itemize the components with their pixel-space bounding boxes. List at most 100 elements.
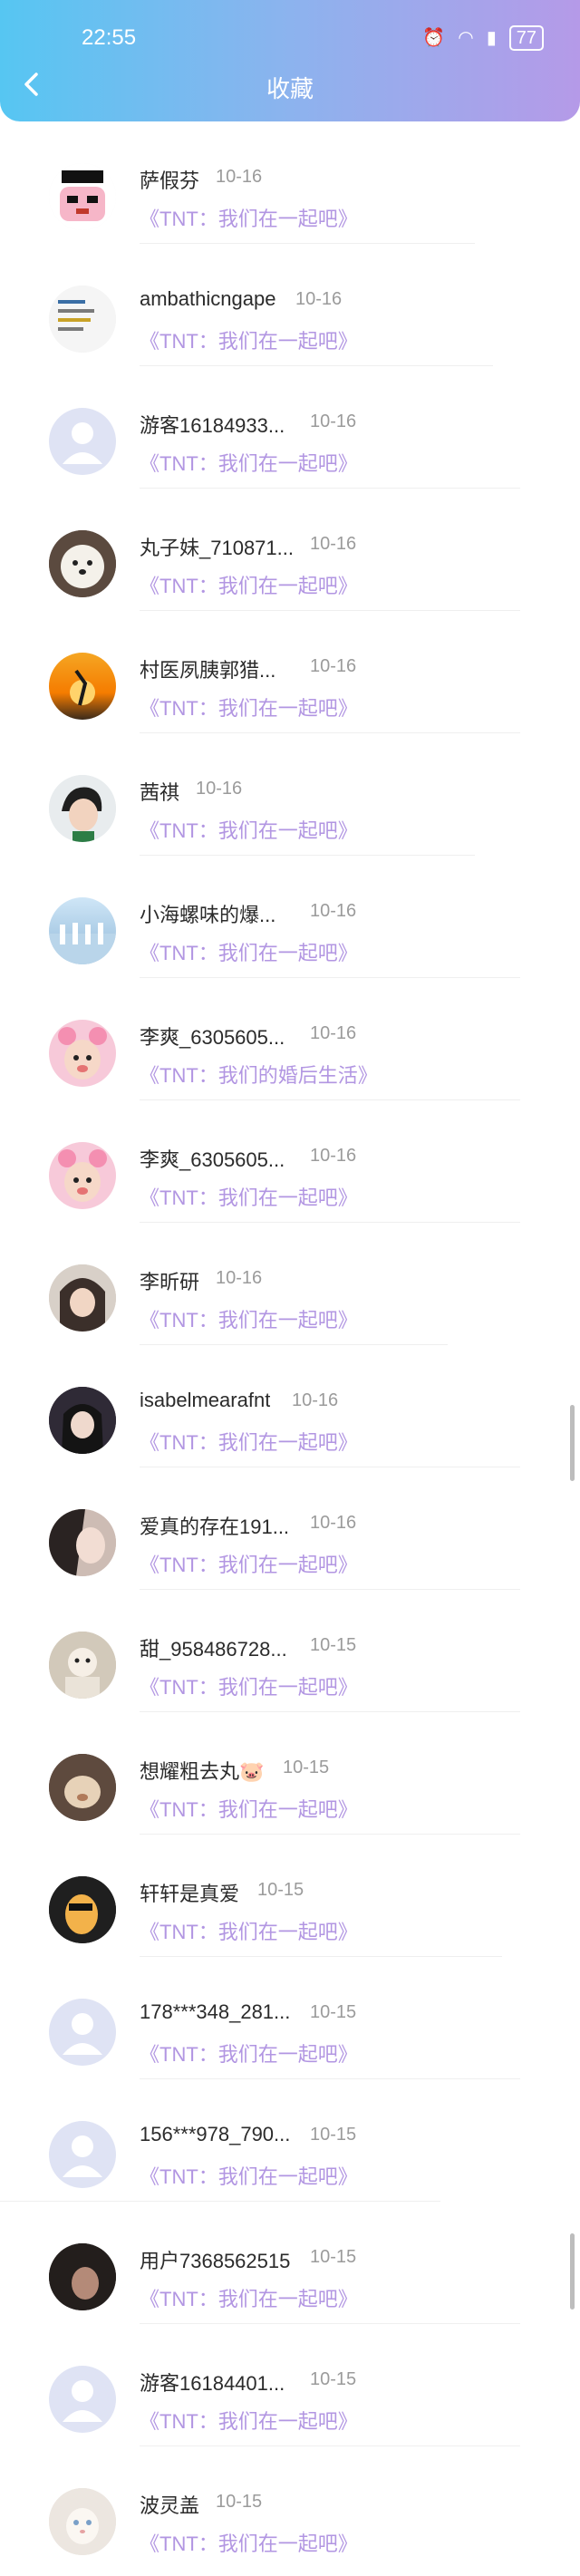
- item-name: 萨假芬: [140, 169, 200, 192]
- item-date: 10-16: [216, 167, 263, 187]
- avatar[interactable]: [49, 530, 116, 597]
- item-name: 轩轩是真爱: [140, 1883, 240, 1905]
- avatar[interactable]: [49, 1020, 116, 1087]
- avatar[interactable]: [49, 2488, 116, 2555]
- avatar[interactable]: [49, 1387, 116, 1454]
- favorites-list: 萨假芬 10-16 《TNT：我们在一起吧》 ambathicngape 10-…: [0, 121, 580, 2569]
- avatar[interactable]: [49, 2243, 116, 2310]
- item-work-link[interactable]: 《TNT：我们在一起吧》: [140, 2283, 358, 2312]
- header: 22:55 ⏰ ◠ ▮ 77 收藏: [0, 0, 580, 121]
- status-time: 22:55: [82, 25, 137, 50]
- list-item[interactable]: isabelmearafnt 10-16 《TNT：我们在一起吧》: [0, 1345, 580, 1467]
- avatar[interactable]: [49, 2121, 116, 2188]
- item-date: 10-16: [196, 779, 243, 799]
- item-name: ambathicngape: [140, 287, 276, 310]
- item-date: 10-15: [310, 2247, 357, 2267]
- avatar[interactable]: [49, 2366, 116, 2433]
- item-name: 游客16184933...: [140, 414, 285, 437]
- avatar[interactable]: [49, 1754, 116, 1821]
- item-name: 丸子妹_710871...: [140, 537, 294, 559]
- list-item[interactable]: 村医夙胰郭猎... 10-16 《TNT：我们在一起吧》: [0, 611, 580, 733]
- item-work-link[interactable]: 《TNT：我们在一起吧》: [140, 448, 358, 477]
- avatar[interactable]: [49, 1632, 116, 1699]
- wifi-icon: ◠: [458, 28, 474, 48]
- list-item[interactable]: 游客16184401... 10-15 《TNT：我们在一起吧》: [0, 2324, 580, 2446]
- avatar[interactable]: [49, 163, 116, 230]
- item-work-link[interactable]: 《TNT：我们在一起吧》: [140, 1916, 358, 1945]
- item-name: isabelmearafnt: [140, 1389, 271, 1411]
- item-work-link[interactable]: 《TNT：我们在一起吧》: [140, 203, 358, 232]
- item-date: 10-15: [310, 1635, 357, 1655]
- item-date: 10-16: [310, 656, 357, 676]
- avatar[interactable]: [49, 653, 116, 720]
- list-item[interactable]: 甜_958486728... 10-15 《TNT：我们在一起吧》: [0, 1590, 580, 1712]
- item-work-link[interactable]: 《TNT：我们在一起吧》: [140, 2528, 358, 2557]
- avatar[interactable]: [49, 775, 116, 842]
- list-item[interactable]: ambathicngape 10-16 《TNT：我们在一起吧》: [0, 244, 580, 366]
- list-item[interactable]: 用户7368562515 10-15 《TNT：我们在一起吧》: [0, 2202, 580, 2324]
- item-date: 10-15: [310, 2002, 357, 2022]
- item-date: 10-15: [310, 2369, 357, 2389]
- item-date: 10-16: [310, 534, 357, 554]
- list-item[interactable]: 李爽_6305605... 10-16 《TNT：我们的婚后生活》: [0, 978, 580, 1100]
- item-work-link[interactable]: 《TNT：我们在一起吧》: [140, 1549, 358, 1578]
- item-name: 村医夙胰郭猎...: [140, 659, 276, 682]
- list-item[interactable]: 萨假芬 10-16 《TNT：我们在一起吧》: [0, 121, 580, 244]
- avatar[interactable]: [49, 1509, 116, 1576]
- avatar[interactable]: [49, 1142, 116, 1209]
- list-item[interactable]: 小海螺味的爆... 10-16 《TNT：我们在一起吧》: [0, 856, 580, 978]
- item-name: 李昕研: [140, 1271, 200, 1293]
- item-name: 茜祺: [140, 781, 180, 804]
- list-item[interactable]: 游客16184933... 10-16 《TNT：我们在一起吧》: [0, 366, 580, 489]
- list-item[interactable]: 李爽_6305605... 10-16 《TNT：我们在一起吧》: [0, 1100, 580, 1223]
- list-item[interactable]: 178***348_281... 10-15 《TNT：我们在一起吧》: [0, 1957, 580, 2079]
- avatar[interactable]: [49, 286, 116, 353]
- list-item[interactable]: 李昕研 10-16 《TNT：我们在一起吧》: [0, 1223, 580, 1345]
- item-date: 10-16: [216, 1268, 263, 1288]
- list-item[interactable]: 想耀粗去丸🐷 10-15 《TNT：我们在一起吧》: [0, 1712, 580, 1835]
- list-item[interactable]: 丸子妹_710871... 10-16 《TNT：我们在一起吧》: [0, 489, 580, 611]
- item-name: 爱真的存在191...: [140, 1516, 290, 1538]
- item-work-link[interactable]: 《TNT：我们在一起吧》: [140, 815, 358, 844]
- item-work-link[interactable]: 《TNT：我们在一起吧》: [140, 1304, 358, 1333]
- item-work-link[interactable]: 《TNT：我们在一起吧》: [140, 570, 358, 599]
- item-work-link[interactable]: 《TNT：我们在一起吧》: [140, 2161, 358, 2190]
- item-date: 10-15: [310, 2125, 357, 2145]
- item-date: 10-16: [310, 1146, 357, 1166]
- scrollbar[interactable]: [570, 2233, 575, 2310]
- list-item[interactable]: 波灵盖 10-15 《TNT：我们在一起吧》: [0, 2446, 580, 2569]
- item-name: 想耀粗去丸🐷: [140, 1760, 265, 1783]
- item-work-link[interactable]: 《TNT：我们在一起吧》: [140, 937, 358, 966]
- item-work-link[interactable]: 《TNT：我们在一起吧》: [140, 1427, 358, 1456]
- item-work-link[interactable]: 《TNT：我们在一起吧》: [140, 692, 358, 721]
- list-item[interactable]: 爱真的存在191... 10-16 《TNT：我们在一起吧》: [0, 1467, 580, 1590]
- item-date: 10-16: [310, 1023, 357, 1043]
- list-item[interactable]: 茜祺 10-16 《TNT：我们在一起吧》: [0, 733, 580, 856]
- item-name: 李爽_6305605...: [140, 1148, 285, 1171]
- list-item[interactable]: 轩轩是真爱 10-15 《TNT：我们在一起吧》: [0, 1835, 580, 1957]
- item-work-link[interactable]: 《TNT：我们在一起吧》: [140, 1794, 358, 1823]
- page-title: 收藏: [266, 75, 314, 102]
- avatar[interactable]: [49, 1264, 116, 1332]
- item-date: 10-15: [216, 2492, 263, 2512]
- item-date: 10-16: [292, 1390, 339, 1410]
- list-item[interactable]: 156***978_790... 10-15 《TNT：我们在一起吧》: [0, 2079, 580, 2202]
- item-work-link[interactable]: 《TNT：我们的婚后生活》: [140, 1060, 378, 1089]
- item-name: 178***348_281...: [140, 2000, 291, 2023]
- item-work-link[interactable]: 《TNT：我们在一起吧》: [140, 1182, 358, 1211]
- item-name: 156***978_790...: [140, 2123, 291, 2145]
- item-date: 10-15: [283, 1758, 330, 1777]
- battery-icon: 77: [508, 25, 544, 51]
- item-name: 游客16184401...: [140, 2372, 285, 2395]
- avatar[interactable]: [49, 1876, 116, 1943]
- avatar[interactable]: [49, 408, 116, 475]
- avatar[interactable]: [49, 897, 116, 964]
- status-icons: ⏰ ◠ ▮ 77: [422, 25, 544, 51]
- item-work-link[interactable]: 《TNT：我们在一起吧》: [140, 325, 358, 354]
- item-work-link[interactable]: 《TNT：我们在一起吧》: [140, 2406, 358, 2435]
- item-work-link[interactable]: 《TNT：我们在一起吧》: [140, 1671, 358, 1700]
- item-work-link[interactable]: 《TNT：我们在一起吧》: [140, 2039, 358, 2068]
- item-name: 用户7368562515: [140, 2250, 291, 2272]
- avatar[interactable]: [49, 1999, 116, 2066]
- scrollbar[interactable]: [570, 1405, 575, 1481]
